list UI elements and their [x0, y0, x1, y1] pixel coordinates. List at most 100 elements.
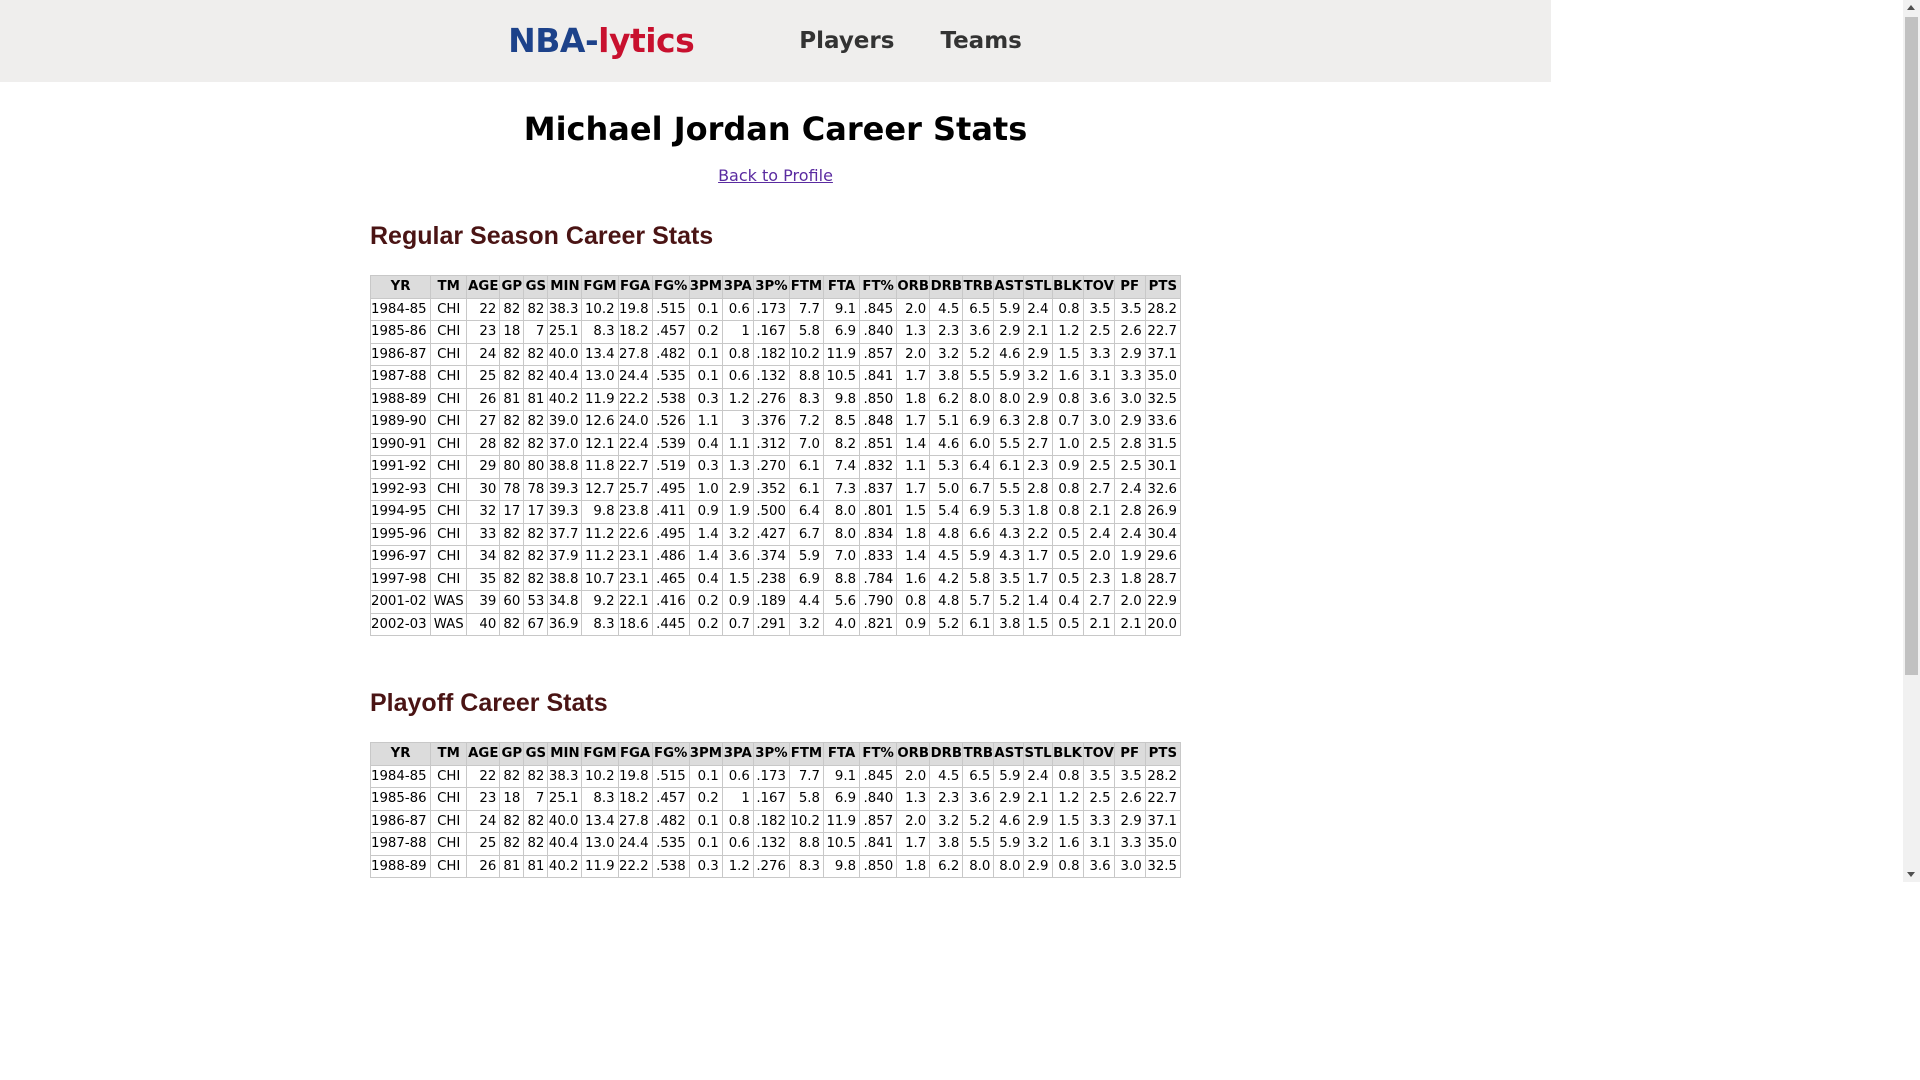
column-header-3pa[interactable]: 3PA [721, 275, 754, 299]
table-cell: 2.5 [1082, 432, 1115, 456]
scroll-down-arrow-icon[interactable] [1907, 872, 1915, 877]
column-header-tm[interactable]: TM [430, 275, 468, 299]
column-header-trb[interactable]: TRB [962, 275, 995, 299]
table-cell: 40.0 [547, 809, 583, 833]
table-cell: 1.4 [688, 545, 723, 569]
column-header-yr[interactable]: YR [369, 742, 432, 766]
column-header-fta[interactable]: FTA [822, 275, 861, 299]
table-cell: 1.6 [1051, 365, 1084, 389]
column-header-stl[interactable]: STL [1023, 275, 1053, 299]
column-header-pf[interactable]: PF [1113, 275, 1146, 299]
vertical-scrollbar[interactable] [1903, 0, 1920, 882]
column-header-fga[interactable]: FGA [617, 742, 653, 766]
column-header-pf[interactable]: PF [1113, 742, 1146, 766]
column-header-fgm[interactable]: FGM [581, 742, 619, 766]
table-cell: 1.5 [1023, 612, 1053, 636]
column-header-fgm[interactable]: FGM [581, 275, 619, 299]
table-cell: 2.7 [1082, 477, 1115, 501]
table-cell: 34 [466, 545, 501, 569]
column-header-gp[interactable]: GP [499, 742, 525, 766]
column-header-3p-pct[interactable]: 3P% [752, 275, 790, 299]
table-cell: 6.7 [962, 477, 995, 501]
column-header-ftm[interactable]: FTM [788, 275, 825, 299]
column-header-age[interactable]: AGE [466, 275, 501, 299]
column-header-drb[interactable]: DRB [929, 742, 964, 766]
column-header-fg-pct[interactable]: FG% [651, 275, 690, 299]
table-cell: .857 [859, 809, 898, 833]
table-row: 1984-85 CHI 22 82 82 38.3 10.2 19.8.515 0.1 0.6.1… [369, 297, 1182, 321]
column-header-ast[interactable]: AST [993, 275, 1025, 299]
column-header-ftm[interactable]: FTM [788, 742, 825, 766]
column-header-orb[interactable]: ORB [896, 275, 931, 299]
scrollbar-thumb[interactable] [1905, 17, 1918, 675]
column-header-3pm[interactable]: 3PM [688, 275, 723, 299]
column-header-yr[interactable]: YR [369, 275, 432, 299]
table-cell: 5.9 [993, 365, 1025, 389]
scroll-up-arrow-icon[interactable] [1907, 5, 1915, 10]
table-cell: 6.6 [962, 522, 995, 546]
column-header-fg-pct[interactable]: FG% [651, 742, 690, 766]
table-cell: .495 [651, 522, 690, 546]
table-cell: 1986-87 [369, 342, 432, 366]
nav-link-players[interactable]: Players [799, 28, 894, 54]
column-header-trb[interactable]: TRB [962, 742, 995, 766]
column-header-age[interactable]: AGE [466, 742, 501, 766]
table-cell: 38.3 [547, 764, 583, 788]
nav-link-teams[interactable]: Teams [940, 28, 1021, 54]
table-cell: CHI [430, 387, 468, 411]
column-header-gs[interactable]: GS [523, 742, 549, 766]
table-cell: 1.8 [896, 522, 931, 546]
table-cell: 81 [523, 387, 549, 411]
table-cell: 4.2 [929, 567, 964, 591]
column-header-drb[interactable]: DRB [929, 275, 964, 299]
column-header-tov[interactable]: TOV [1082, 275, 1115, 299]
table-cell: .374 [752, 545, 790, 569]
column-header-fga[interactable]: FGA [617, 275, 653, 299]
playoff-section: Playoff Career Stats YR TM AGE GP GS MIN FGM FG… [369, 687, 1182, 878]
table-cell: .519 [651, 455, 690, 479]
column-header-gs[interactable]: GS [523, 275, 549, 299]
table-cell: .482 [651, 809, 690, 833]
table-cell: 4.8 [929, 522, 964, 546]
back-to-profile-link[interactable]: Back to Profile [0, 166, 1551, 185]
column-header-gp[interactable]: GP [499, 275, 525, 299]
column-header-orb[interactable]: ORB [896, 742, 931, 766]
column-header-3p-pct[interactable]: 3P% [752, 742, 790, 766]
column-header-3pa[interactable]: 3PA [721, 742, 754, 766]
table-cell: 0.8 [721, 342, 754, 366]
column-header-blk[interactable]: BLK [1051, 275, 1084, 299]
table-cell: .837 [859, 477, 898, 501]
column-header-3pm[interactable]: 3PM [688, 742, 723, 766]
column-header-pts[interactable]: PTS [1144, 275, 1182, 299]
table-cell: 2.9 [1113, 410, 1146, 434]
column-header-tm[interactable]: TM [430, 742, 468, 766]
table-cell: 5.3 [993, 500, 1025, 524]
table-cell: 4.6 [993, 809, 1025, 833]
table-cell: 1.0 [1051, 432, 1084, 456]
table-cell: 81 [523, 854, 549, 878]
table-cell: .857 [859, 342, 898, 366]
table-header-row: YR TM AGE GP GS MIN FGM FGA FG% 3PM 3PA 3P% FTM FTA FT… [369, 742, 1182, 766]
column-header-tov[interactable]: TOV [1082, 742, 1115, 766]
column-header-ft-pct[interactable]: FT% [859, 742, 898, 766]
column-header-ast[interactable]: AST [993, 742, 1025, 766]
table-cell: .189 [752, 590, 790, 614]
table-cell: 0.8 [721, 809, 754, 833]
column-header-min[interactable]: MIN [547, 742, 583, 766]
table-cell: .132 [752, 365, 790, 389]
table-cell: CHI [430, 455, 468, 479]
table-cell: 5.2 [962, 809, 995, 833]
table-cell: 39.3 [547, 477, 583, 501]
column-header-fta[interactable]: FTA [822, 742, 861, 766]
column-header-ft-pct[interactable]: FT% [859, 275, 898, 299]
column-header-stl[interactable]: STL [1023, 742, 1053, 766]
table-cell: 35 [466, 567, 501, 591]
table-cell: .784 [859, 567, 898, 591]
table-cell: 10.5 [822, 365, 861, 389]
brand-logo[interactable]: NBA-lytics [508, 21, 695, 60]
column-header-blk[interactable]: BLK [1051, 742, 1084, 766]
column-header-pts[interactable]: PTS [1144, 742, 1182, 766]
table-cell: CHI [430, 432, 468, 456]
column-header-min[interactable]: MIN [547, 275, 583, 299]
table-cell: 3.1 [1082, 832, 1115, 856]
